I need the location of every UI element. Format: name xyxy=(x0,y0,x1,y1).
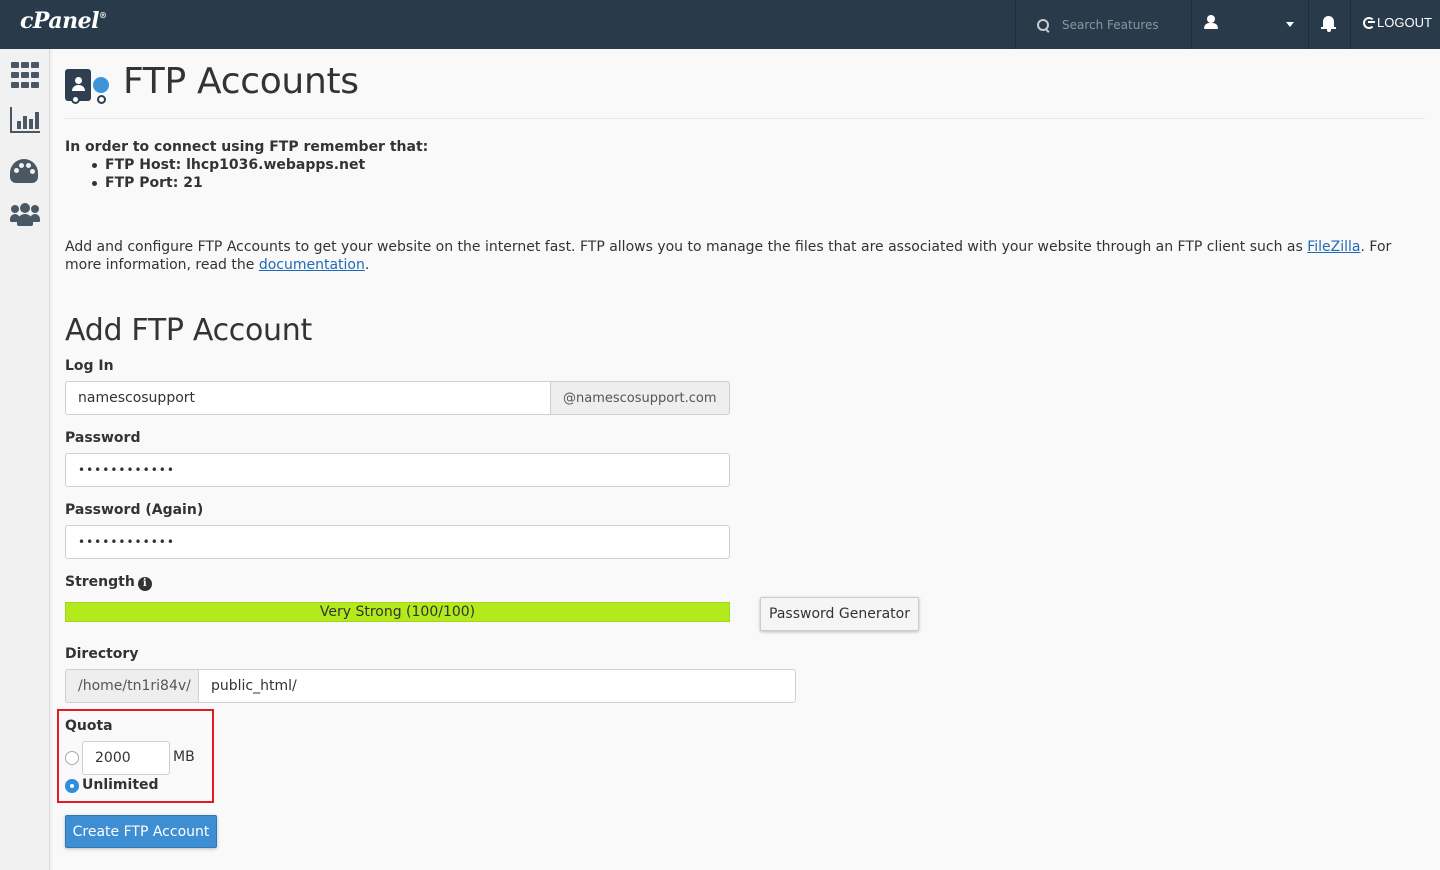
filezilla-link[interactable]: FileZilla xyxy=(1307,239,1360,255)
ftp-host: FTP Host: lhcp1036.webapps.net xyxy=(91,156,428,174)
password-generator-button[interactable]: Password Generator xyxy=(760,597,919,631)
users-icon xyxy=(10,202,40,228)
documentation-link[interactable]: documentation xyxy=(259,257,365,273)
cpanel-logo[interactable]: cPanel® xyxy=(20,8,107,34)
quota-label: Quota xyxy=(65,718,113,734)
themes-button[interactable] xyxy=(10,159,40,189)
quota-unlimited-radio[interactable] xyxy=(65,779,79,793)
logout-button[interactable]: LOGOUT xyxy=(1363,15,1432,30)
password-value: •••••••••••• xyxy=(78,463,175,477)
search-input[interactable] xyxy=(1062,17,1172,32)
directory-input[interactable]: public_html/ xyxy=(198,669,796,703)
directory-label: Directory xyxy=(65,646,139,662)
quota-unit: MB xyxy=(173,749,195,765)
note-intro: In order to connect using FTP remember t… xyxy=(65,139,429,155)
quota-input[interactable]: 2000 xyxy=(82,741,170,775)
password-label: Password xyxy=(65,430,141,446)
divider xyxy=(1308,0,1309,49)
strength-label: Strength i xyxy=(65,574,152,591)
users-button[interactable] xyxy=(10,202,40,232)
search-icon xyxy=(1036,18,1050,32)
login-input[interactable]: namescosupport xyxy=(65,381,551,415)
login-domain: @namescosupport.com xyxy=(550,381,730,415)
divider xyxy=(1350,0,1351,49)
quota-unlimited-label[interactable]: Unlimited xyxy=(82,777,159,793)
chevron-down-icon xyxy=(1286,22,1294,27)
stats-icon xyxy=(10,107,40,133)
logo-text: cPanel xyxy=(20,8,99,34)
logout-icon xyxy=(1363,16,1375,29)
info-icon[interactable]: i xyxy=(137,577,152,591)
password-again-field[interactable]: •••••••••••• xyxy=(65,525,730,559)
stats-button[interactable] xyxy=(10,107,40,137)
password-again-label: Password (Again) xyxy=(65,502,204,518)
ftp-connection-note: In order to connect using FTP remember t… xyxy=(65,138,428,192)
user-icon xyxy=(1204,15,1218,31)
page-header: FTP Accounts xyxy=(65,61,1425,119)
palette-icon xyxy=(10,159,38,183)
bell-icon[interactable] xyxy=(1320,14,1338,34)
directory-prefix: /home/tn1ri84v/ xyxy=(65,669,199,703)
ftp-port: FTP Port: 21 xyxy=(91,174,428,192)
logo-registered-mark: ® xyxy=(98,10,107,20)
strength-meter: Very Strong (100/100) xyxy=(65,602,730,622)
grid-icon[interactable] xyxy=(10,61,40,91)
quota-limited-radio[interactable] xyxy=(65,751,79,765)
page-description: Add and configure FTP Accounts to get yo… xyxy=(65,239,1392,273)
create-ftp-account-button[interactable]: Create FTP Account xyxy=(65,815,217,848)
user-menu[interactable] xyxy=(1192,0,1308,49)
section-title: Add FTP Account xyxy=(65,313,312,348)
page-title: FTP Accounts xyxy=(123,61,359,102)
ftp-accounts-icon xyxy=(65,67,111,107)
sidebar xyxy=(0,49,50,870)
password-again-value: •••••••••••• xyxy=(78,535,175,549)
search-features[interactable] xyxy=(1016,0,1191,49)
password-field[interactable]: •••••••••••• xyxy=(65,453,730,487)
login-label: Log In xyxy=(65,358,114,374)
top-navbar: cPanel® LOGOUT xyxy=(0,0,1440,49)
logout-label: LOGOUT xyxy=(1377,15,1432,30)
